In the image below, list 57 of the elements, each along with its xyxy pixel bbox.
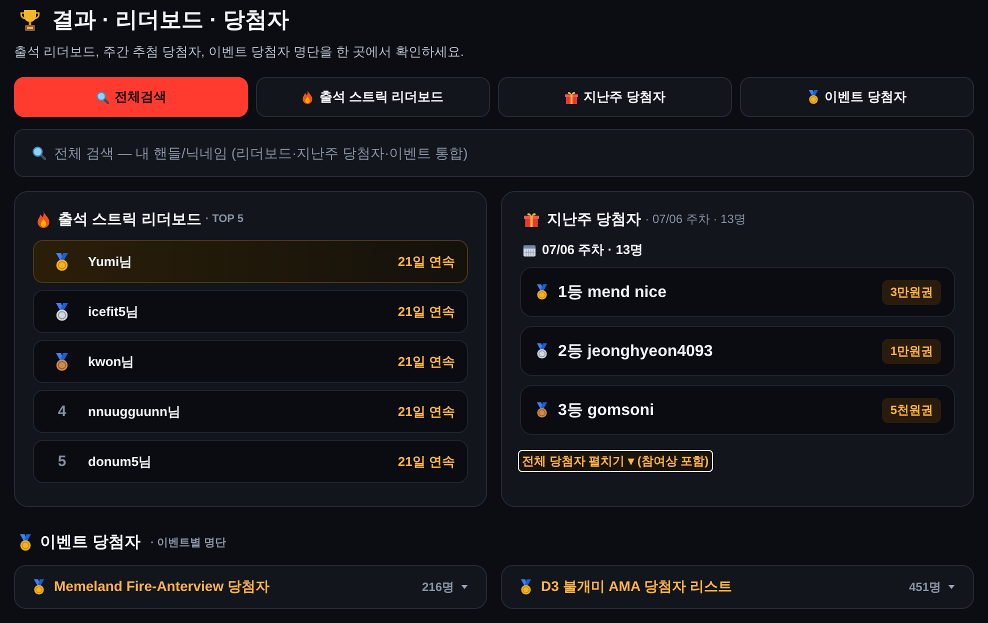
winner-name: 2등 jeonghyeon4093	[558, 342, 713, 362]
gift-icon	[564, 90, 578, 104]
trophy-icon	[20, 9, 40, 31]
fire-icon	[37, 210, 50, 228]
winner-name: 3등 gomsoni	[558, 400, 654, 420]
streak-days: 21일 연속	[398, 302, 455, 320]
section-title: 이벤트 당첨자	[40, 532, 140, 552]
prize-badge: 1만원권	[882, 338, 941, 364]
user-name: kwon님	[88, 352, 134, 370]
nav-tab[interactable]: 출석 스트릭 리더보드	[256, 77, 490, 117]
event-card[interactable]: Memeland Fire-Anterview 당첨자 216명	[14, 565, 487, 609]
user-name: Yumi님	[88, 252, 132, 270]
event-name: Memeland Fire-Anterview 당첨자	[54, 578, 270, 596]
calendar-icon	[523, 244, 536, 256]
medal-icon	[536, 343, 548, 359]
medal-icon	[55, 352, 69, 370]
winner-name: 1등 mend nice	[558, 282, 666, 302]
panel-note: · 07/06 주차 · 13명	[645, 210, 746, 228]
rank-number: 5	[58, 453, 66, 470]
winner-count: 451명	[908, 578, 941, 596]
panel-title: 출석 스트릭 리더보드	[58, 210, 202, 228]
user-name: nnuugguunn님	[88, 402, 180, 420]
gift-icon	[524, 212, 539, 226]
medal-icon	[55, 302, 69, 320]
medal-icon	[536, 402, 548, 418]
panel-title: 지난주 당첨자	[547, 210, 642, 228]
event-card[interactable]: D3 불개미 AMA 당첨자 리스트 451명	[501, 565, 974, 609]
nav-tab[interactable]: 이벤트 당첨자	[740, 77, 974, 117]
prize-badge: 3만원권	[882, 280, 941, 304]
page-subtitle: 출석 리더보드, 주간 추첨 당첨자, 이벤트 당첨자 명단을 한 곳에서 확인하세요.	[14, 43, 465, 61]
rank-number: 4	[58, 403, 66, 420]
event-name: D3 불개미 AMA 당첨자 리스트	[541, 578, 732, 596]
medal-icon	[520, 579, 532, 595]
search-icon	[32, 146, 46, 160]
user-name: icefit5님	[88, 302, 139, 320]
nav-tab[interactable]: 전체검색	[14, 77, 248, 117]
winner-count: 216명	[422, 578, 454, 596]
nav-tab[interactable]: 지난주 당첨자	[498, 77, 732, 117]
fire-icon	[302, 90, 314, 104]
expand-button[interactable]: 전체 당첨자 펼치기 ▾ (참여상 포함)	[518, 450, 713, 472]
streak-days: 21일 연속	[398, 452, 455, 470]
prize-badge: 5천원권	[882, 398, 941, 422]
medal-icon	[19, 534, 32, 550]
medal-icon	[808, 90, 819, 104]
week-label: 07/06 주차 · 13명	[542, 241, 644, 259]
streak-days: 21일 연속	[398, 402, 455, 420]
section-note: · 이벤트별 명단	[150, 536, 226, 550]
medal-icon	[55, 252, 69, 270]
medal-icon	[536, 284, 548, 300]
streak-days: 21일 연속	[398, 252, 455, 270]
streak-days: 21일 연속	[398, 352, 455, 370]
search-icon	[96, 90, 108, 104]
panel-note: · TOP 5	[205, 213, 244, 225]
search-field[interactable]: 전체 검색 — 내 핸들/닉네임 (리더보드·지난주 당첨자·이벤트 통합)	[14, 129, 974, 177]
page-title: 결과 · 리더보드 · 당첨자	[52, 6, 290, 34]
medal-icon	[33, 579, 45, 595]
user-name: donum5님	[88, 452, 152, 470]
